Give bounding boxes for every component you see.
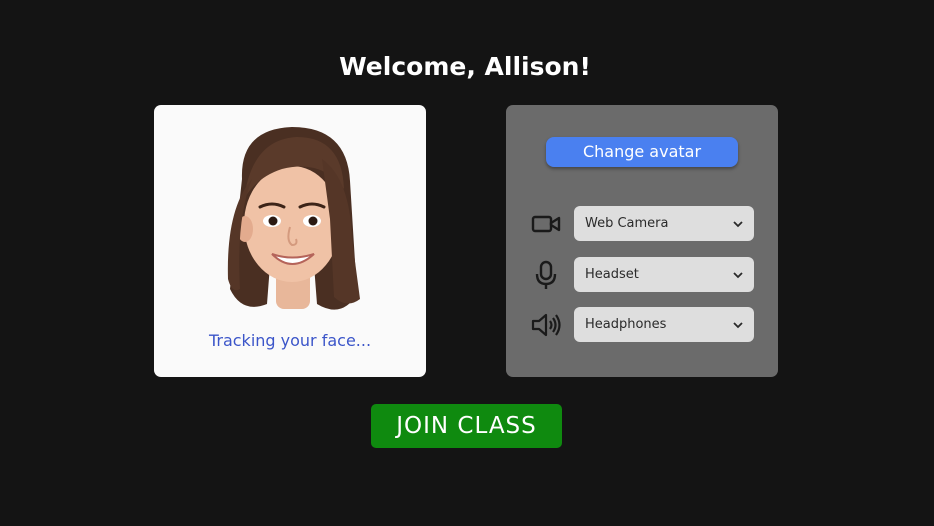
avatar-preview-card: Tracking your face... — [154, 105, 426, 377]
speaker-row: Headphones — [526, 307, 758, 342]
chevron-down-icon — [733, 221, 743, 228]
avatar-image — [227, 127, 360, 310]
microphone-select-value: Headset — [585, 267, 639, 282]
camera-select-value: Web Camera — [585, 216, 669, 231]
speaker-select[interactable]: Headphones — [574, 307, 754, 342]
tracking-status-text: Tracking your face... — [208, 331, 372, 350]
microphone-select[interactable]: Headset — [574, 257, 754, 292]
device-settings-panel: Change avatar Web Camera Headset Headpho… — [506, 105, 778, 377]
chevron-down-icon — [733, 272, 743, 279]
video-camera-icon — [531, 215, 561, 233]
camera-select[interactable]: Web Camera — [574, 206, 754, 241]
chevron-down-icon — [733, 322, 743, 329]
speaker-select-value: Headphones — [585, 317, 667, 332]
microphone-row: Headset — [526, 257, 758, 292]
camera-row: Web Camera — [526, 206, 758, 241]
welcome-heading: Welcome, Allison! — [339, 52, 591, 81]
join-class-button[interactable]: JOIN CLASS — [371, 404, 562, 448]
speaker-icon — [531, 313, 561, 337]
change-avatar-button[interactable]: Change avatar — [546, 137, 738, 167]
microphone-icon — [535, 260, 557, 289]
